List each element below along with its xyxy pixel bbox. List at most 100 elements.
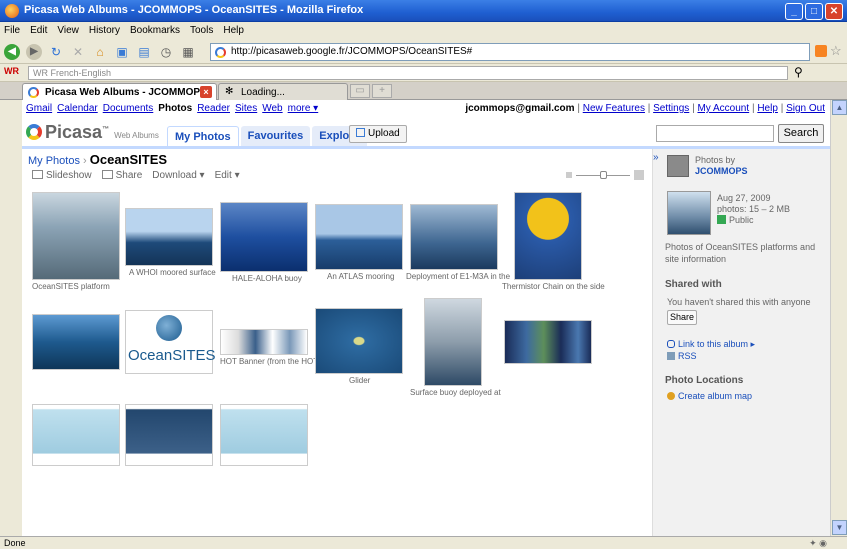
slideshow-button[interactable]: Slideshow xyxy=(32,170,92,181)
my-account-link[interactable]: My Account xyxy=(697,103,749,114)
tab-loading[interactable]: ✻ Loading... xyxy=(218,83,348,100)
gbar-sites[interactable]: Sites xyxy=(235,103,257,114)
photo-image[interactable] xyxy=(410,204,498,270)
share-toolbar-button[interactable]: Share xyxy=(101,170,142,181)
rss-icon xyxy=(667,352,675,360)
share-button[interactable]: Share xyxy=(667,310,697,325)
minimize-button[interactable]: _ xyxy=(785,3,803,20)
picasa-favicon-icon xyxy=(28,87,39,98)
edit-menu[interactable]: Edit ▾ xyxy=(215,170,240,181)
photo-image[interactable] xyxy=(125,208,213,266)
bookmark-star-icon[interactable]: ☆ xyxy=(830,43,842,59)
vertical-scrollbar[interactable]: ▲ ▼ xyxy=(830,100,847,536)
tab-picasa[interactable]: Picasa Web Albums - JCOMMOPS ... × xyxy=(22,83,217,109)
sign-out-link[interactable]: Sign Out xyxy=(786,103,825,114)
photo-image[interactable] xyxy=(504,320,592,364)
firefox-icon xyxy=(5,4,19,18)
photo-search-input[interactable] xyxy=(656,125,774,142)
menu-bookmarks[interactable]: Bookmarks xyxy=(130,25,180,37)
dictionary-search-input[interactable]: WR French-English xyxy=(28,66,788,80)
menu-tools[interactable]: Tools xyxy=(190,25,213,37)
breadcrumb-my-photos[interactable]: My Photos xyxy=(28,155,80,167)
new-tab-button[interactable]: + xyxy=(372,84,392,98)
forward-button[interactable]: ▶ xyxy=(26,43,42,60)
tab-close-icon[interactable]: × xyxy=(200,86,212,98)
photo-image[interactable] xyxy=(220,404,308,466)
ocean-sites-globe-icon xyxy=(156,315,182,341)
close-button[interactable]: ✕ xyxy=(825,3,843,20)
ocean-sites-logo-text: OceanSITES xyxy=(128,347,216,364)
window-title: Picasa Web Albums - JCOMMOPS - OceanSITE… xyxy=(24,4,364,16)
menu-edit[interactable]: Edit xyxy=(30,25,47,37)
gbar-gmail[interactable]: Gmail xyxy=(26,103,52,114)
photos-by-label: Photos by xyxy=(695,155,736,165)
photo-caption: Glider xyxy=(349,376,371,385)
scroll-up-button[interactable]: ▲ xyxy=(832,100,847,115)
slider-knob[interactable] xyxy=(600,171,607,179)
photo-image[interactable] xyxy=(315,308,403,374)
photo-caption: Deployment of E1-M3A in the xyxy=(406,272,511,281)
maximize-button[interactable]: □ xyxy=(805,3,823,20)
album-description: Photos of OceanSITES platforms and site … xyxy=(665,242,816,264)
help-link[interactable]: Help xyxy=(757,103,778,114)
gbar-reader[interactable]: Reader xyxy=(197,103,230,114)
picasa-logo[interactable]: Picasa™ Web Albums xyxy=(26,122,159,143)
reload-icon[interactable]: ↻ xyxy=(48,44,64,60)
url-bar[interactable]: http://picasaweb.google.fr/JCOMMOPS/Ocea… xyxy=(210,43,810,61)
gbar-documents[interactable]: Documents xyxy=(103,103,154,114)
stop-icon[interactable]: ✕ xyxy=(70,44,86,60)
owner-link[interactable]: JCOMMOPS xyxy=(695,166,748,176)
wordreference-logo-icon[interactable]: WR xyxy=(4,66,19,76)
photo-image[interactable] xyxy=(32,404,120,466)
rss-feed-icon[interactable] xyxy=(815,45,827,57)
tab-list-icon[interactable]: ▭ xyxy=(350,84,370,98)
gbar-calendar[interactable]: Calendar xyxy=(57,103,98,114)
google-bar: Gmail Calendar Documents Photos Reader S… xyxy=(26,103,318,114)
collapse-sidebar-icon[interactable]: » xyxy=(653,152,659,163)
window-title-bar: Picasa Web Albums - JCOMMOPS - OceanSITE… xyxy=(0,0,847,22)
bookmark-toolbar-icon[interactable]: ▣ xyxy=(114,44,130,60)
photo-image[interactable] xyxy=(424,298,482,386)
photo-image[interactable] xyxy=(514,192,582,280)
thumbnail-size-slider[interactable] xyxy=(566,170,644,180)
settings-link[interactable]: Settings xyxy=(653,103,689,114)
photo-image[interactable] xyxy=(32,314,120,370)
photo-image[interactable] xyxy=(32,192,120,280)
photo-image[interactable] xyxy=(220,329,308,355)
menu-view[interactable]: View xyxy=(57,25,79,37)
rss-link[interactable]: RSS xyxy=(667,351,697,361)
avatar[interactable] xyxy=(667,155,689,177)
menu-bar: File Edit View History Bookmarks Tools H… xyxy=(0,22,847,40)
home-icon[interactable]: ⌂ xyxy=(92,44,108,60)
gbar-photos[interactable]: Photos xyxy=(158,103,192,114)
ocean-sites-logo-image[interactable]: OceanSITES xyxy=(125,310,216,374)
link-to-album-link[interactable]: Link to this album ▸ xyxy=(667,339,755,350)
download-menu[interactable]: Download ▾ xyxy=(152,170,204,181)
page-icon[interactable]: ▦ xyxy=(180,44,196,60)
search-button[interactable]: Search xyxy=(778,124,824,143)
shared-with-heading: Shared with xyxy=(665,279,722,290)
photo-image[interactable] xyxy=(125,404,213,466)
gbar-web[interactable]: Web xyxy=(262,103,282,114)
menu-history[interactable]: History xyxy=(89,25,120,37)
menu-file[interactable]: File xyxy=(4,25,20,37)
menu-help[interactable]: Help xyxy=(223,25,244,37)
magnifier-icon[interactable]: ⚲ xyxy=(794,65,803,79)
tab-my-photos[interactable]: My Photos xyxy=(167,126,239,147)
url-text: http://picasaweb.google.fr/JCOMMOPS/Ocea… xyxy=(231,46,473,57)
gbar-more[interactable]: more ▾ xyxy=(288,103,319,114)
photo-image[interactable] xyxy=(315,204,403,270)
browser-tab-strip: Picasa Web Albums - JCOMMOPS ... × ✻ Loa… xyxy=(0,82,847,109)
photo-caption: Thermistor Chain on the side xyxy=(502,282,605,291)
google-favicon-icon xyxy=(215,47,226,58)
tab-icon[interactable]: ▤ xyxy=(136,44,152,60)
scroll-down-button[interactable]: ▼ xyxy=(832,520,847,535)
new-features-link[interactable]: New Features xyxy=(583,103,645,114)
create-album-map-link[interactable]: Create album map xyxy=(667,391,752,401)
photo-image[interactable] xyxy=(220,202,308,272)
upload-button[interactable]: Upload xyxy=(349,125,407,143)
history-icon[interactable]: ◷ xyxy=(158,44,174,60)
album-cover-image[interactable] xyxy=(667,191,711,235)
tab-favourites[interactable]: Favourites xyxy=(240,126,311,147)
back-button[interactable]: ◀ xyxy=(4,43,20,60)
